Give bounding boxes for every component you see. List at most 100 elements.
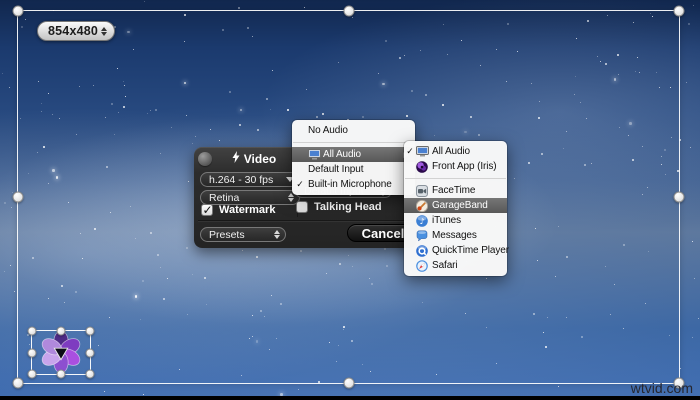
selection-handle[interactable] <box>13 6 24 17</box>
codec-dropdown[interactable]: h.264 - 30 fps <box>200 172 300 187</box>
menu-item-no-audio[interactable]: No Audio <box>292 123 415 138</box>
star <box>693 5 694 6</box>
stepper-icon <box>274 230 280 239</box>
menu-item-all-audio[interactable]: All Audio▶ <box>292 147 415 162</box>
talking-head-label: Talking Head <box>314 201 382 213</box>
audio-source-menu: No AudioAll Audio▶Default Input✓Built-in… <box>292 120 415 195</box>
selection-handle[interactable] <box>13 378 24 389</box>
star <box>692 241 693 242</box>
watermark-selection-box[interactable] <box>31 330 91 375</box>
checkmark-icon: ✓ <box>404 147 416 157</box>
codec-value: h.264 - 30 fps <box>209 174 273 186</box>
lightning-bolt-icon <box>232 151 240 166</box>
star <box>11 207 12 208</box>
watermark-text: wtvid.com <box>631 380 693 396</box>
menu-separator <box>293 142 414 143</box>
menu-item-all-audio[interactable]: ✓ All Audio <box>404 144 507 159</box>
star <box>680 368 681 369</box>
garageband-icon <box>416 200 432 212</box>
watermark-label: Watermark <box>219 204 275 216</box>
star <box>558 386 559 387</box>
itunes-icon: ♪ <box>416 215 432 227</box>
star <box>298 389 299 390</box>
selection-handle[interactable] <box>674 6 685 17</box>
menu-item-label: Default Input <box>308 164 363 175</box>
menu-item-label: Safari <box>432 260 458 271</box>
selection-handle[interactable] <box>28 348 37 357</box>
selection-handle[interactable] <box>28 370 37 379</box>
star <box>104 391 105 392</box>
menu-item-label: No Audio <box>308 125 348 136</box>
menu-item-label: Messages <box>432 230 477 241</box>
menu-item-label: QuickTime Player <box>432 245 509 256</box>
menu-item-facetime[interactable]: FaceTime <box>404 183 507 198</box>
star <box>143 394 144 395</box>
safari-icon <box>416 260 432 272</box>
messages-icon <box>416 230 432 242</box>
menu-separator <box>405 178 506 179</box>
quicktime-icon <box>416 245 432 257</box>
audio-app-submenu: ✓ All Audio Front App (Iris) FaceTime Garage… <box>404 141 507 276</box>
menu-item-label: GarageBand <box>432 200 488 211</box>
menu-item-label: FaceTime <box>432 185 475 196</box>
panel-title: Video <box>214 151 294 166</box>
selection-handle[interactable] <box>86 327 95 336</box>
selection-handle[interactable] <box>86 370 95 379</box>
star <box>692 337 693 338</box>
size-badge-value: 854x480 <box>48 24 98 38</box>
display-icon <box>416 146 432 157</box>
menu-item-front-app-iris[interactable]: Front App (Iris) <box>404 159 507 174</box>
selection-handle[interactable] <box>86 348 95 357</box>
menu-item-label: Front App (Iris) <box>432 161 497 172</box>
talking-head-checkbox[interactable] <box>296 201 308 213</box>
screen-bottom-edge <box>0 396 700 400</box>
menu-item-built-in-microphone[interactable]: ✓Built-in Microphone <box>292 177 415 192</box>
stepper-icon <box>101 27 107 36</box>
checkmark-icon: ✓ <box>292 180 308 190</box>
iris-icon <box>416 161 432 173</box>
resolution-value: Retina <box>209 192 239 204</box>
star <box>144 1 145 2</box>
star <box>694 278 695 279</box>
selection-handle[interactable] <box>343 378 354 389</box>
star <box>4 202 6 204</box>
menu-item-default-input[interactable]: Default Input <box>292 162 415 177</box>
menu-item-messages[interactable]: Messages <box>404 228 507 243</box>
svg-text:♪: ♪ <box>419 217 424 226</box>
display-icon <box>308 149 323 160</box>
presets-dropdown[interactable]: Presets <box>200 227 286 242</box>
star <box>688 23 690 25</box>
talking-head-checkbox-row: Talking Head <box>296 200 382 214</box>
star <box>14 291 15 292</box>
facetime-icon <box>416 185 432 197</box>
menu-item-label: Built-in Microphone <box>308 179 392 190</box>
aperture-watermark-icon <box>35 331 87 373</box>
menu-item-garageband[interactable]: GarageBand <box>404 198 507 213</box>
selection-handle[interactable] <box>57 327 66 336</box>
star <box>304 7 305 8</box>
star <box>698 318 699 319</box>
star <box>690 147 691 148</box>
stepper-icon <box>288 193 294 202</box>
star <box>238 7 240 9</box>
selection-handle[interactable] <box>674 192 685 203</box>
selection-handle[interactable] <box>13 192 24 203</box>
menu-item-label: All Audio <box>323 149 361 160</box>
menu-item-label: All Audio <box>432 146 470 157</box>
selection-handle[interactable] <box>28 327 37 336</box>
star <box>2 73 3 74</box>
star <box>4 271 5 272</box>
watermark-checkbox-row: Watermark <box>201 203 275 217</box>
menu-item-safari[interactable]: Safari <box>404 258 507 273</box>
selection-handle[interactable] <box>343 6 354 17</box>
star <box>9 87 10 88</box>
star <box>686 82 687 83</box>
presets-label: Presets <box>209 229 245 241</box>
star <box>10 265 11 266</box>
menu-item-quicktime-player[interactable]: QuickTime Player <box>404 243 507 258</box>
desktop: 854x480 Video h.264 - 30 fps Retina Wate… <box>0 0 700 400</box>
selection-handle[interactable] <box>57 370 66 379</box>
size-badge[interactable]: 854x480 <box>37 21 115 41</box>
watermark-checkbox[interactable] <box>201 204 213 216</box>
menu-item-itunes[interactable]: ♪iTunes <box>404 213 507 228</box>
